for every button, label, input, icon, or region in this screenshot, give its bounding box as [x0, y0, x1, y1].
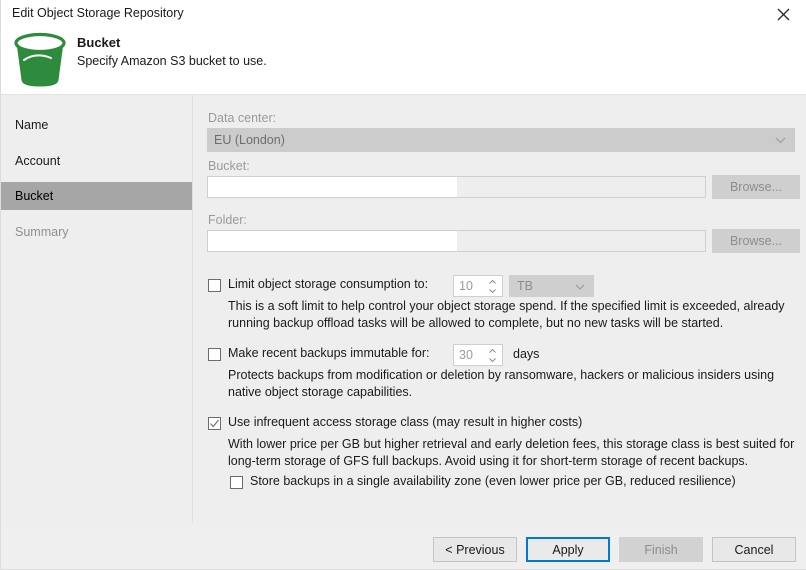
- infrequent-access-description: With lower price per GB but higher retri…: [228, 437, 795, 468]
- sidebar-item-account[interactable]: Account: [1, 147, 192, 175]
- data-center-label: Data center:: [208, 111, 277, 125]
- limit-consumption-label: Limit object storage consumption to:: [228, 277, 429, 291]
- limit-consumption-checkbox[interactable]: [208, 279, 221, 292]
- sidebar-item-name[interactable]: Name: [1, 111, 192, 139]
- cancel-button-label: Cancel: [734, 542, 774, 557]
- data-center-select: EU (London): [207, 128, 795, 152]
- limit-unit-select: TB: [509, 275, 594, 297]
- immutability-checkbox[interactable]: [208, 348, 221, 361]
- stepper-down-icon[interactable]: [486, 286, 499, 295]
- header-title: Bucket: [77, 35, 121, 50]
- stepper-arrows[interactable]: [486, 346, 499, 364]
- chevron-down-icon: [775, 133, 786, 147]
- wizard-sidebar: Name Account Bucket Summary: [1, 95, 193, 523]
- infrequent-access-label: Use infrequent access storage class (may…: [228, 415, 583, 429]
- bucket-icon: [9, 30, 71, 90]
- limit-amount-stepper[interactable]: 10: [453, 275, 503, 297]
- folder-browse-label: Browse...: [729, 234, 783, 248]
- infrequent-access-checkbox[interactable]: [208, 417, 221, 430]
- folder-input-filler: [457, 231, 705, 251]
- limit-consumption-description: This is a soft limit to help control you…: [228, 299, 785, 330]
- previous-button-label: < Previous: [445, 542, 505, 557]
- content-panel: Data center: EU (London) Bucket: Browse.…: [194, 95, 806, 523]
- cancel-button[interactable]: Cancel: [712, 537, 796, 562]
- single-availability-zone-label: Store backups in a single availability z…: [250, 474, 736, 488]
- sidebar-item-label: Bucket: [15, 189, 54, 203]
- sidebar-item-label: Name: [15, 118, 49, 132]
- finish-button: Finish: [619, 537, 703, 562]
- sidebar-item-label: Account: [15, 154, 61, 168]
- window-title: Edit Object Storage Repository: [12, 6, 184, 20]
- stepper-up-icon[interactable]: [486, 277, 499, 286]
- title-bar: Edit Object Storage Repository: [1, 0, 806, 28]
- stepper-arrows[interactable]: [486, 277, 499, 295]
- immutability-days-unit: days: [513, 347, 540, 361]
- folder-browse-button: Browse...: [712, 229, 800, 253]
- immutability-label: Make recent backups immutable for:: [228, 346, 430, 360]
- immutability-description: Protects backups from modification or de…: [228, 368, 775, 399]
- sidebar-item-label: Summary: [15, 225, 69, 239]
- limit-unit-value: TB: [517, 279, 533, 293]
- apply-button[interactable]: Apply: [526, 537, 610, 562]
- header-subtitle: Specify Amazon S3 bucket to use.: [77, 54, 267, 68]
- close-icon[interactable]: [761, 0, 806, 28]
- chevron-down-icon: [575, 279, 585, 293]
- data-center-value: EU (London): [214, 133, 285, 147]
- limit-amount-value: 10: [459, 279, 473, 293]
- bucket-input-filler: [457, 177, 705, 197]
- sidebar-item-summary: Summary: [1, 218, 192, 246]
- bucket-browse-label: Browse...: [729, 180, 783, 194]
- folder-label: Folder:: [208, 213, 247, 227]
- bucket-label: Bucket:: [208, 159, 250, 173]
- folder-input[interactable]: [207, 230, 706, 252]
- stepper-down-icon[interactable]: [486, 355, 499, 364]
- dialog-window: Edit Object Storage Repository Bucket Sp…: [0, 0, 806, 570]
- bucket-input[interactable]: [207, 176, 706, 198]
- dialog-header: Bucket Specify Amazon S3 bucket to use.: [1, 28, 806, 94]
- dialog-footer: < Previous Apply Finish Cancel: [1, 523, 806, 569]
- dialog-body: Name Account Bucket Summary Data center:…: [1, 94, 806, 523]
- immutability-days-stepper[interactable]: 30: [453, 344, 503, 366]
- bucket-browse-button: Browse...: [712, 175, 800, 199]
- sidebar-item-bucket[interactable]: Bucket: [1, 182, 192, 210]
- stepper-up-icon[interactable]: [486, 346, 499, 355]
- finish-button-label: Finish: [644, 542, 678, 557]
- apply-button-label: Apply: [552, 542, 584, 557]
- single-availability-zone-checkbox[interactable]: [230, 476, 243, 489]
- immutability-days-value: 30: [459, 348, 473, 362]
- previous-button[interactable]: < Previous: [433, 537, 517, 562]
